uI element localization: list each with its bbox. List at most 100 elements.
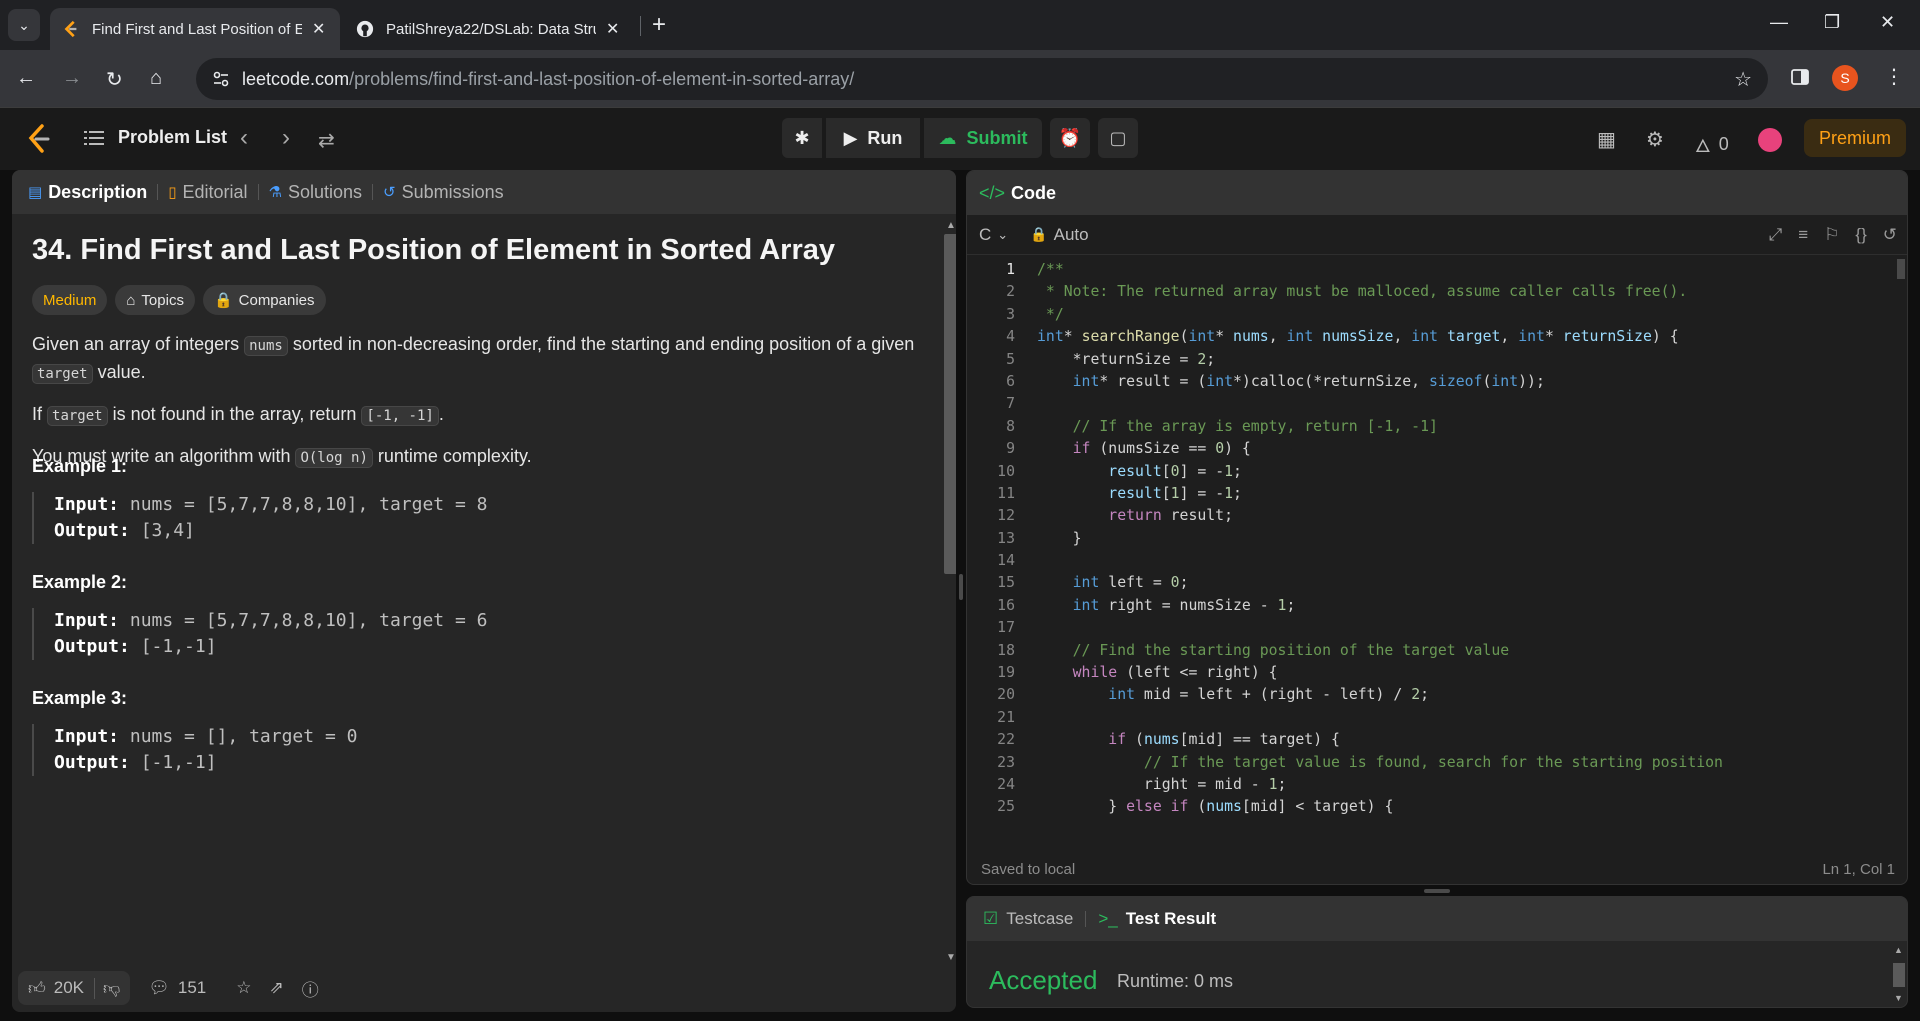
like-dislike-group: 👍︎ 20K 👎︎: [18, 971, 131, 1005]
site-info-icon[interactable]: [212, 70, 230, 88]
tab-search-button[interactable]: ⌄: [8, 9, 40, 41]
home-icon[interactable]: ⌂: [150, 67, 162, 90]
scrollbar-thumb[interactable]: [944, 234, 956, 574]
restore-icon[interactable]: ❐: [1824, 12, 1840, 33]
language-select[interactable]: C: [979, 225, 991, 245]
lock-icon: 🔒: [213, 292, 233, 309]
thumbs-down-icon[interactable]: 👎︎: [94, 977, 120, 999]
github-favicon-icon: [356, 20, 374, 38]
close-tab-icon[interactable]: ✕: [606, 19, 619, 39]
output-label: Output:: [54, 752, 130, 773]
problem-list-button[interactable]: Problem List: [84, 127, 227, 148]
description-paragraph: If target is not found in the array, ret…: [32, 401, 932, 429]
scroll-down-icon[interactable]: ▼: [1894, 993, 1903, 1003]
description-scrollbar[interactable]: ▲ ▼: [942, 218, 956, 964]
reload-icon[interactable]: ↻: [106, 67, 123, 92]
tab-editorial[interactable]: ▯ Editorial: [168, 182, 247, 203]
code-line: 11 result[1] = -1;: [997, 484, 1242, 502]
tab-solutions[interactable]: ⚗ Solutions: [269, 182, 363, 203]
scroll-down-icon[interactable]: ▼: [946, 952, 956, 963]
premium-button[interactable]: Premium: [1804, 119, 1906, 157]
browser-tab-strip: ⌄ Find First and Last Position of El ✕ P…: [0, 0, 1920, 50]
mode-label[interactable]: Auto: [1054, 225, 1089, 245]
text: runtime complexity.: [372, 446, 532, 466]
timer-button[interactable]: ⏰: [1050, 118, 1090, 158]
browser-tab-github[interactable]: PatilShreya22/DSLab: Data Struc ✕: [344, 8, 638, 50]
code-line: 14: [997, 552, 1015, 570]
expand-icon[interactable]: ⤢: [1769, 225, 1783, 245]
layout-grid-icon[interactable]: ▦: [1597, 127, 1616, 152]
close-tab-icon[interactable]: ✕: [312, 19, 325, 39]
test-scrollbar[interactable]: ▲ ▼: [1891, 945, 1905, 1005]
browser-tab-active[interactable]: Find First and Last Position of El ✕: [50, 8, 340, 50]
problem-chips: Medium ⌂ Topics 🔒 Companies: [32, 285, 932, 315]
close-window-icon[interactable]: ✕: [1880, 12, 1895, 33]
tab-submissions[interactable]: ↺ Submissions: [383, 182, 504, 203]
tab-description[interactable]: ▤ Description: [28, 182, 147, 203]
run-button[interactable]: ▶ Run: [826, 118, 920, 158]
help-icon[interactable]: ⓘ: [302, 976, 319, 1001]
favorite-star-icon[interactable]: ☆: [236, 978, 251, 998]
share-icon[interactable]: ⇗: [270, 978, 284, 998]
leetcode-logo-icon[interactable]: [26, 124, 52, 154]
bookmark-star-icon[interactable]: ☆: [1734, 67, 1752, 92]
scroll-up-icon[interactable]: ▲: [946, 220, 956, 231]
format-icon[interactable]: ≡: [1798, 225, 1808, 245]
braces-icon[interactable]: {}: [1855, 225, 1866, 245]
new-tab-icon[interactable]: +: [652, 12, 666, 38]
code-line: 18 // Find the starting position of the …: [997, 641, 1510, 659]
verdict-label: Accepted: [989, 965, 1098, 995]
code-line: 25 } else if (nums[mid] < target) {: [997, 798, 1394, 816]
next-problem-icon[interactable]: ›: [282, 124, 290, 152]
topics-chip[interactable]: ⌂ Topics: [115, 285, 195, 315]
thumbs-up-icon[interactable]: 👍︎: [28, 978, 46, 999]
editor-scrollbar[interactable]: [1895, 259, 1907, 833]
shuffle-icon[interactable]: ⇄: [318, 128, 335, 153]
forward-arrow-icon[interactable]: →: [62, 67, 82, 90]
code-line: 16 int right = numsSize - 1;: [997, 596, 1296, 614]
example-box: Input: nums = [5,7,7,8,8,10], target = 6…: [32, 608, 912, 660]
reset-icon[interactable]: ↺: [1883, 225, 1897, 245]
minimize-icon[interactable]: —: [1770, 12, 1788, 33]
scrollbar-thumb[interactable]: [1897, 259, 1905, 279]
streak-count: 0: [1718, 134, 1729, 154]
debug-button[interactable]: ✱: [782, 118, 822, 158]
scroll-up-icon[interactable]: ▲: [1894, 945, 1903, 955]
example-output: [-1,-1]: [140, 752, 217, 773]
input-label: Input:: [54, 494, 120, 515]
code-editor[interactable]: 1/** 2 * Note: The returned array must b…: [967, 259, 1897, 833]
scrollbar-thumb[interactable]: [1893, 963, 1905, 987]
description-paragraph: Given an array of integers nums sorted i…: [32, 331, 932, 387]
code-line: 6 int* result = (int*)calloc(*returnSize…: [1006, 372, 1545, 390]
inline-code: O(log n): [295, 448, 373, 468]
code-header: </> Code: [967, 171, 1907, 215]
browser-menu-icon[interactable]: ⋮: [1884, 64, 1904, 89]
companies-chip[interactable]: 🔒 Companies: [202, 285, 326, 315]
user-avatar[interactable]: [1758, 128, 1782, 152]
side-panel-icon[interactable]: [1790, 67, 1810, 87]
notes-button[interactable]: ▢: [1098, 118, 1138, 158]
cursor-position: Ln 1, Col 1: [1822, 860, 1895, 878]
streak-counter[interactable]: 🜂 0: [1695, 126, 1729, 163]
code-line: 3 */: [1006, 305, 1064, 323]
submit-button[interactable]: ☁ Submit: [924, 118, 1042, 158]
output-label: Output:: [54, 636, 130, 657]
url-host: leetcode.com: [242, 69, 350, 89]
settings-gear-icon[interactable]: ⚙: [1646, 127, 1664, 152]
prev-problem-icon[interactable]: ‹: [240, 124, 248, 152]
address-bar[interactable]: leetcode.com/problems/find-first-and-las…: [196, 58, 1768, 100]
horizontal-resize-handle[interactable]: [1424, 889, 1450, 893]
code-line: 23 // If the target value is found, sear…: [997, 753, 1723, 771]
chevron-down-icon[interactable]: ⌄: [997, 227, 1008, 243]
bookmark-icon[interactable]: ⚐: [1824, 225, 1839, 245]
text: If: [32, 404, 48, 424]
bug-icon: ✱: [794, 127, 810, 148]
problem-title[interactable]: 34. Find First and Last Position of Elem…: [32, 234, 932, 267]
tab-solutions-label: Solutions: [287, 181, 363, 202]
vertical-resize-handle[interactable]: [959, 574, 963, 600]
tab-testcase[interactable]: Testcase: [1006, 909, 1073, 929]
profile-avatar[interactable]: S: [1832, 65, 1858, 91]
tab-test-result[interactable]: Test Result: [1126, 909, 1216, 929]
back-arrow-icon[interactable]: ←: [16, 67, 36, 90]
comments-button[interactable]: 💬︎ 151: [148, 978, 206, 998]
